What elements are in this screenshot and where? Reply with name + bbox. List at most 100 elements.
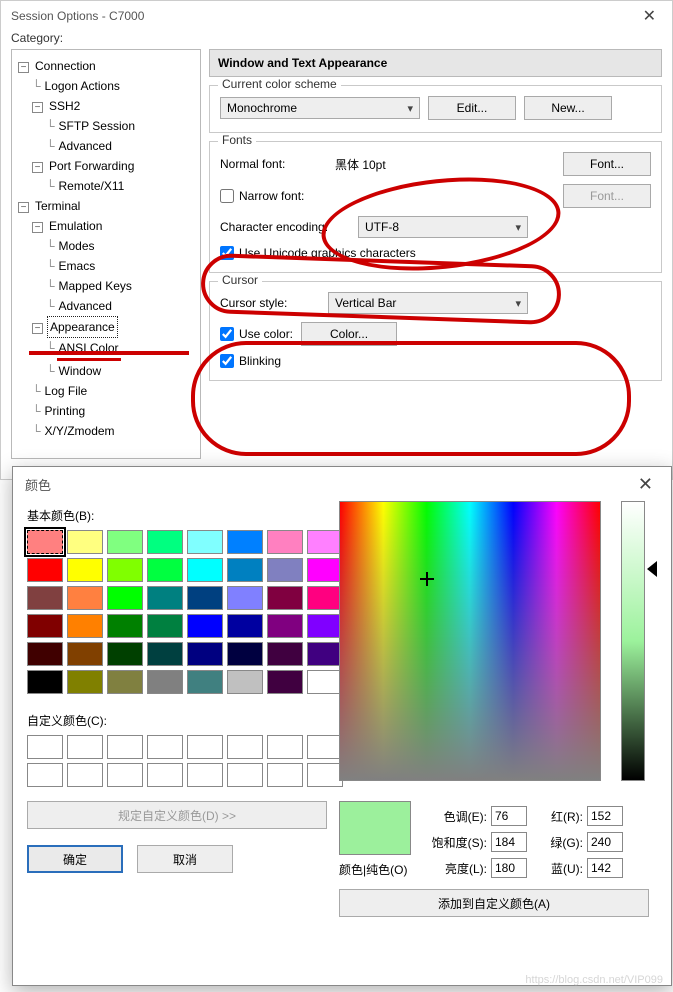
basic-color-swatch[interactable]: [67, 530, 103, 554]
tree-emulation[interactable]: Emulation: [47, 219, 104, 233]
tree-window[interactable]: Window: [57, 364, 104, 378]
custom-color-slot[interactable]: [267, 735, 303, 759]
basic-color-swatch[interactable]: [267, 670, 303, 694]
tree-remotex11[interactable]: Remote/X11: [57, 179, 127, 193]
luminance-pointer-icon[interactable]: [647, 561, 657, 577]
new-scheme-button[interactable]: New...: [524, 96, 612, 120]
tree-appearance[interactable]: Appearance: [47, 316, 118, 338]
tree-sftp[interactable]: SFTP Session: [57, 119, 137, 133]
basic-color-swatch[interactable]: [67, 614, 103, 638]
encoding-select[interactable]: UTF-8 ▾: [358, 216, 528, 238]
custom-color-slot[interactable]: [147, 763, 183, 787]
basic-color-swatch[interactable]: [307, 586, 343, 610]
basic-color-swatch[interactable]: [307, 530, 343, 554]
basic-color-swatch[interactable]: [267, 642, 303, 666]
color-spectrum[interactable]: [339, 501, 601, 781]
tree-connection[interactable]: Connection: [33, 59, 98, 73]
category-tree[interactable]: −Connection └Logon Actions −SSH2 └SFTP S…: [11, 49, 201, 459]
tree-advanced[interactable]: Advanced: [57, 139, 114, 153]
close-icon[interactable]: ✕: [637, 6, 662, 26]
basic-color-swatch[interactable]: [187, 558, 223, 582]
basic-color-swatch[interactable]: [107, 558, 143, 582]
edit-scheme-button[interactable]: Edit...: [428, 96, 516, 120]
basic-color-swatch[interactable]: [147, 586, 183, 610]
basic-color-swatch[interactable]: [227, 558, 263, 582]
tree-emacs[interactable]: Emacs: [57, 259, 98, 273]
basic-color-swatch[interactable]: [107, 614, 143, 638]
tree-modes[interactable]: Modes: [57, 239, 97, 253]
basic-color-swatch[interactable]: [187, 530, 223, 554]
expand-icon[interactable]: −: [18, 62, 29, 73]
tree-terminal[interactable]: Terminal: [33, 199, 82, 213]
cursor-style-select[interactable]: Vertical Bar ▾: [328, 292, 528, 314]
custom-color-slot[interactable]: [307, 763, 343, 787]
tree-logon[interactable]: Logon Actions: [43, 79, 122, 93]
basic-color-swatch[interactable]: [307, 614, 343, 638]
color-scheme-select[interactable]: Monochrome ▾: [220, 97, 420, 119]
custom-color-slot[interactable]: [187, 763, 223, 787]
expand-icon[interactable]: −: [18, 202, 29, 213]
basic-color-swatch[interactable]: [107, 670, 143, 694]
basic-color-swatch[interactable]: [147, 642, 183, 666]
custom-color-slot[interactable]: [27, 735, 63, 759]
blinking-checkbox[interactable]: Blinking: [220, 354, 281, 368]
basic-color-swatch[interactable]: [307, 558, 343, 582]
custom-color-slot[interactable]: [27, 763, 63, 787]
expand-icon[interactable]: −: [32, 222, 43, 233]
unicode-graphics-check[interactable]: [220, 246, 234, 260]
unicode-graphics-checkbox[interactable]: Use Unicode graphics characters: [220, 246, 416, 260]
custom-color-slot[interactable]: [267, 763, 303, 787]
tree-portfwd[interactable]: Port Forwarding: [47, 159, 136, 173]
tree-ssh2[interactable]: SSH2: [47, 99, 82, 113]
custom-color-slot[interactable]: [307, 735, 343, 759]
basic-color-swatch[interactable]: [147, 530, 183, 554]
basic-color-swatch[interactable]: [227, 586, 263, 610]
custom-color-slot[interactable]: [107, 735, 143, 759]
basic-color-swatch[interactable]: [27, 642, 63, 666]
basic-color-swatch[interactable]: [27, 586, 63, 610]
custom-color-slot[interactable]: [107, 763, 143, 787]
use-color-checkbox[interactable]: Use color:: [220, 327, 293, 341]
basic-color-swatch[interactable]: [267, 614, 303, 638]
basic-color-swatch[interactable]: [227, 642, 263, 666]
lum-input[interactable]: [491, 858, 527, 878]
hue-input[interactable]: [491, 806, 527, 826]
basic-color-swatch[interactable]: [107, 530, 143, 554]
custom-color-slot[interactable]: [67, 735, 103, 759]
green-input[interactable]: [587, 832, 623, 852]
custom-color-slot[interactable]: [227, 735, 263, 759]
basic-color-swatch[interactable]: [147, 670, 183, 694]
sat-input[interactable]: [491, 832, 527, 852]
red-input[interactable]: [587, 806, 623, 826]
custom-color-slot[interactable]: [227, 763, 263, 787]
tree-logfile[interactable]: Log File: [43, 384, 90, 398]
font-button[interactable]: Font...: [563, 152, 651, 176]
luminance-bar[interactable]: [621, 501, 645, 781]
custom-color-slot[interactable]: [67, 763, 103, 787]
expand-icon[interactable]: −: [32, 102, 43, 113]
expand-icon[interactable]: −: [32, 162, 43, 173]
basic-color-swatch[interactable]: [227, 530, 263, 554]
basic-color-swatch[interactable]: [27, 558, 63, 582]
basic-color-swatch[interactable]: [107, 586, 143, 610]
blue-input[interactable]: [587, 858, 623, 878]
close-icon[interactable]: ✕: [632, 474, 659, 495]
basic-color-swatch[interactable]: [267, 586, 303, 610]
narrow-font-checkbox[interactable]: Narrow font:: [220, 189, 304, 203]
basic-color-swatch[interactable]: [187, 586, 223, 610]
custom-color-slot[interactable]: [147, 735, 183, 759]
basic-color-swatch[interactable]: [187, 670, 223, 694]
cancel-button[interactable]: 取消: [137, 845, 233, 873]
tree-ansi[interactable]: ANSI Color: [57, 338, 121, 361]
basic-color-swatch[interactable]: [147, 614, 183, 638]
basic-color-swatch[interactable]: [147, 558, 183, 582]
basic-color-swatch[interactable]: [187, 642, 223, 666]
expand-icon[interactable]: −: [32, 323, 43, 334]
basic-color-swatch[interactable]: [227, 670, 263, 694]
narrow-font-check[interactable]: [220, 189, 234, 203]
tree-mapped[interactable]: Mapped Keys: [57, 279, 134, 293]
basic-color-swatch[interactable]: [187, 614, 223, 638]
basic-color-swatch[interactable]: [267, 558, 303, 582]
basic-color-swatch[interactable]: [307, 642, 343, 666]
basic-color-swatch[interactable]: [27, 614, 63, 638]
